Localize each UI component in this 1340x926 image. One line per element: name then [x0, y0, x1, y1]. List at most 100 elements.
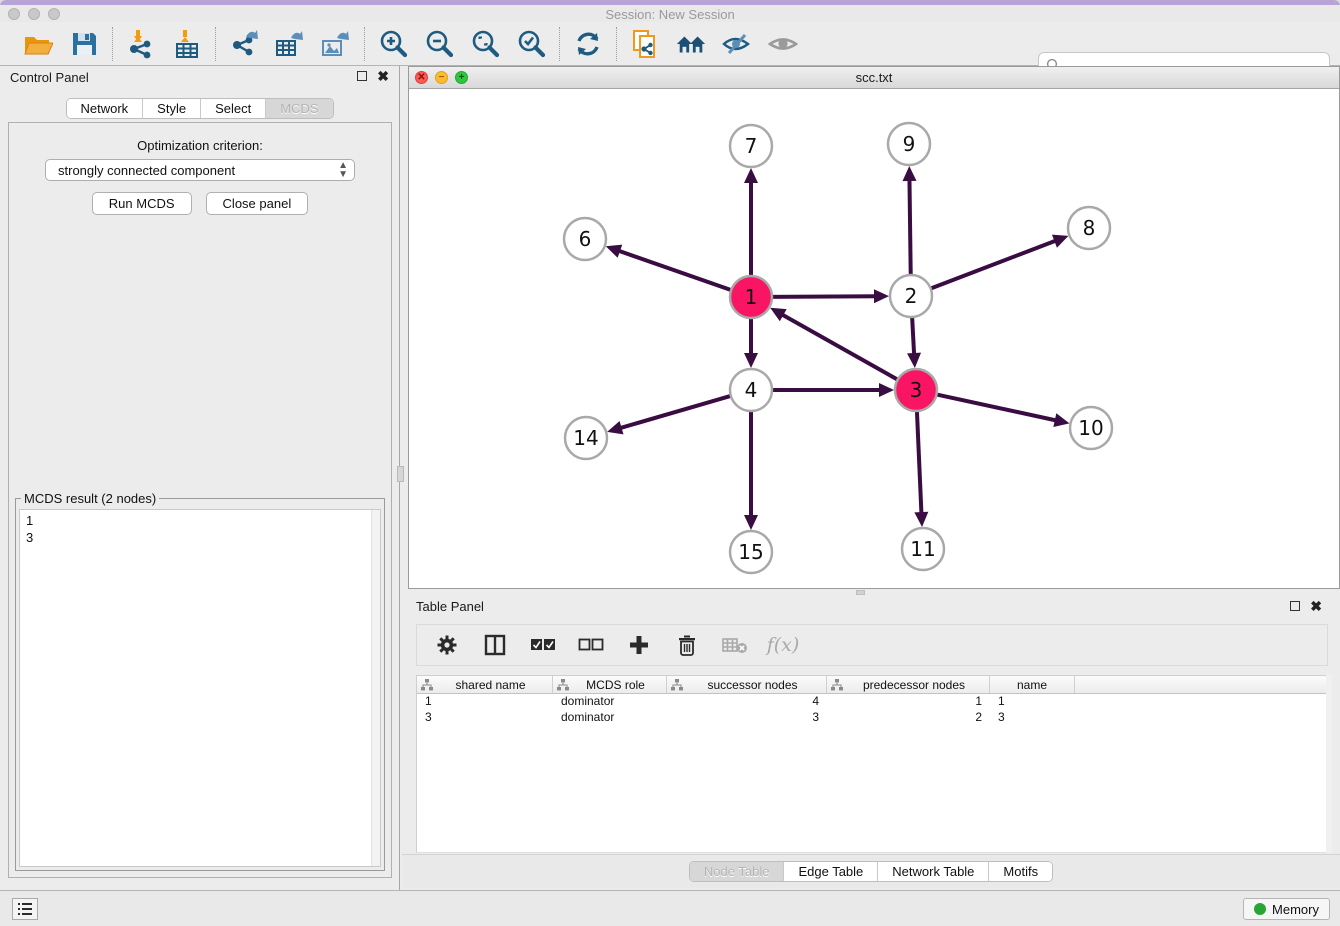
- function-builder-button[interactable]: f(x): [769, 631, 797, 659]
- graph-node-label-7: 7: [745, 134, 758, 158]
- home-networks-button[interactable]: [675, 28, 707, 60]
- column-header-name[interactable]: name: [990, 676, 1075, 693]
- delete-table-icon: [722, 636, 748, 654]
- table-cell[interactable]: dominator: [553, 694, 667, 710]
- import-table-button[interactable]: [171, 28, 203, 60]
- delete-table-button[interactable]: [721, 631, 749, 659]
- table-tab-motifs[interactable]: Motifs: [988, 862, 1052, 881]
- save-session-button[interactable]: [68, 28, 100, 60]
- mcds-result-textarea[interactable]: 1 3: [19, 509, 381, 867]
- zoom-selected-button[interactable]: [515, 28, 547, 60]
- status-bar: Memory: [0, 890, 1340, 926]
- optimization-criterion-select[interactable]: strongly connected component ▲▼: [45, 159, 355, 181]
- graph-edge-3-10[interactable]: [935, 394, 1059, 421]
- tab-select[interactable]: Select: [200, 99, 265, 118]
- table-cell[interactable]: 4: [667, 694, 827, 710]
- column-header-predecessor-nodes[interactable]: predecessor nodes: [827, 676, 990, 693]
- zoom-out-icon: [424, 29, 454, 59]
- zoom-in-button[interactable]: [377, 28, 409, 60]
- graph-edge-3-11[interactable]: [917, 409, 922, 516]
- unselect-all-columns-button[interactable]: [577, 631, 605, 659]
- table-row[interactable]: 1dominator411: [417, 694, 1327, 710]
- graph-edge-4-14[interactable]: [618, 395, 733, 428]
- close-panel-button[interactable]: Close panel: [206, 192, 309, 215]
- zoom-out-button[interactable]: [423, 28, 455, 60]
- show-all-button[interactable]: [767, 28, 799, 60]
- task-history-button[interactable]: [12, 898, 38, 920]
- graph-node-label-3: 3: [910, 378, 923, 402]
- mcds-panel: Optimization criterion: strongly connect…: [8, 122, 392, 878]
- table-body: 1dominator4113dominator323: [417, 694, 1327, 726]
- optimization-criterion-value: strongly connected component: [58, 163, 235, 178]
- control-panel: Control Panel ✖ NetworkStyleSelectMCDS O…: [0, 66, 400, 890]
- table-cell[interactable]: 1: [827, 694, 990, 710]
- graph-edge-arrowhead: [606, 245, 622, 258]
- node-table[interactable]: shared nameMCDS role successor nodes prede…: [416, 675, 1328, 853]
- vertical-splitter-grip[interactable]: [397, 466, 404, 482]
- column-label: predecessor nodes: [843, 678, 985, 692]
- network-window-titlebar[interactable]: ✕ − + scc.txt: [409, 67, 1339, 89]
- float-panel-icon[interactable]: [357, 71, 367, 81]
- network-canvas[interactable]: 7968124314101511: [409, 89, 1339, 588]
- table-cell[interactable]: 3: [417, 710, 553, 726]
- result-scrollbar[interactable]: [371, 510, 380, 866]
- column-label: successor nodes: [683, 678, 822, 692]
- zoom-fit-button[interactable]: [469, 28, 501, 60]
- tree-icon: [671, 679, 683, 691]
- graph-edge-2-9[interactable]: [909, 177, 910, 277]
- table-settings-button[interactable]: [433, 631, 461, 659]
- table-tabbar: Node TableEdge TableNetwork TableMotifs: [689, 861, 1053, 882]
- graph-node-label-9: 9: [903, 132, 916, 156]
- close-table-panel-icon[interactable]: ✖: [1310, 601, 1322, 611]
- column-header-successor-nodes[interactable]: successor nodes: [667, 676, 827, 693]
- clone-network-button[interactable]: [629, 28, 661, 60]
- table-cell[interactable]: 1: [417, 694, 553, 710]
- create-column-button[interactable]: [625, 631, 653, 659]
- table-cell[interactable]: 2: [827, 710, 990, 726]
- run-mcds-button[interactable]: Run MCDS: [92, 192, 192, 215]
- table-tab-network-table[interactable]: Network Table: [877, 862, 988, 881]
- graph-edge-1-6[interactable]: [616, 250, 733, 291]
- network-graph[interactable]: 7968124314101511: [409, 89, 1339, 588]
- export-table-button[interactable]: [274, 28, 306, 60]
- table-cell[interactable]: dominator: [553, 710, 667, 726]
- table-cell[interactable]: 3: [990, 710, 1075, 726]
- table-toolbar: f(x): [416, 624, 1328, 666]
- graph-edge-arrowhead: [874, 289, 889, 303]
- table-tab-edge-table[interactable]: Edge Table: [783, 862, 877, 881]
- column-header-shared-name[interactable]: shared name: [417, 676, 553, 693]
- float-table-panel-icon[interactable]: [1290, 601, 1300, 611]
- table-tab-node-table[interactable]: Node Table: [690, 862, 784, 881]
- apply-layout-button[interactable]: [572, 28, 604, 60]
- export-image-button[interactable]: [320, 28, 352, 60]
- show-column-panel-button[interactable]: [481, 631, 509, 659]
- tab-mcds[interactable]: MCDS: [265, 99, 332, 118]
- table-row[interactable]: 3dominator323: [417, 710, 1327, 726]
- hide-selected-button[interactable]: [721, 28, 753, 60]
- table-panel-title: Table Panel: [416, 599, 484, 614]
- table-cell[interactable]: 1: [990, 694, 1075, 710]
- tab-network[interactable]: Network: [66, 99, 142, 118]
- window-title: Session: New Session: [0, 7, 1340, 22]
- close-panel-icon[interactable]: ✖: [377, 71, 389, 81]
- export-network-button[interactable]: [228, 28, 260, 60]
- open-session-button[interactable]: [22, 28, 54, 60]
- list-icon: [17, 902, 33, 916]
- graph-edge-3-1[interactable]: [780, 313, 900, 380]
- column-header-MCDS-role[interactable]: MCDS role: [553, 676, 667, 693]
- graph-edge-arrowhead: [907, 353, 921, 368]
- import-network-button[interactable]: [125, 28, 157, 60]
- table-scrollbar[interactable]: [1326, 675, 1332, 853]
- tab-style[interactable]: Style: [142, 99, 200, 118]
- graph-edge-arrowhead: [879, 383, 894, 397]
- delete-column-button[interactable]: [673, 631, 701, 659]
- graph-edge-1-2[interactable]: [770, 296, 878, 297]
- table-cell[interactable]: 3: [667, 710, 827, 726]
- graph-edge-arrowhead: [902, 166, 916, 181]
- titlebar: Session: New Session: [0, 5, 1340, 22]
- graph-edge-2-8[interactable]: [929, 240, 1058, 289]
- graph-edge-2-3[interactable]: [912, 315, 914, 357]
- horizontal-splitter-grip[interactable]: [856, 590, 865, 595]
- memory-button[interactable]: Memory: [1243, 898, 1330, 920]
- select-all-columns-button[interactable]: [529, 631, 557, 659]
